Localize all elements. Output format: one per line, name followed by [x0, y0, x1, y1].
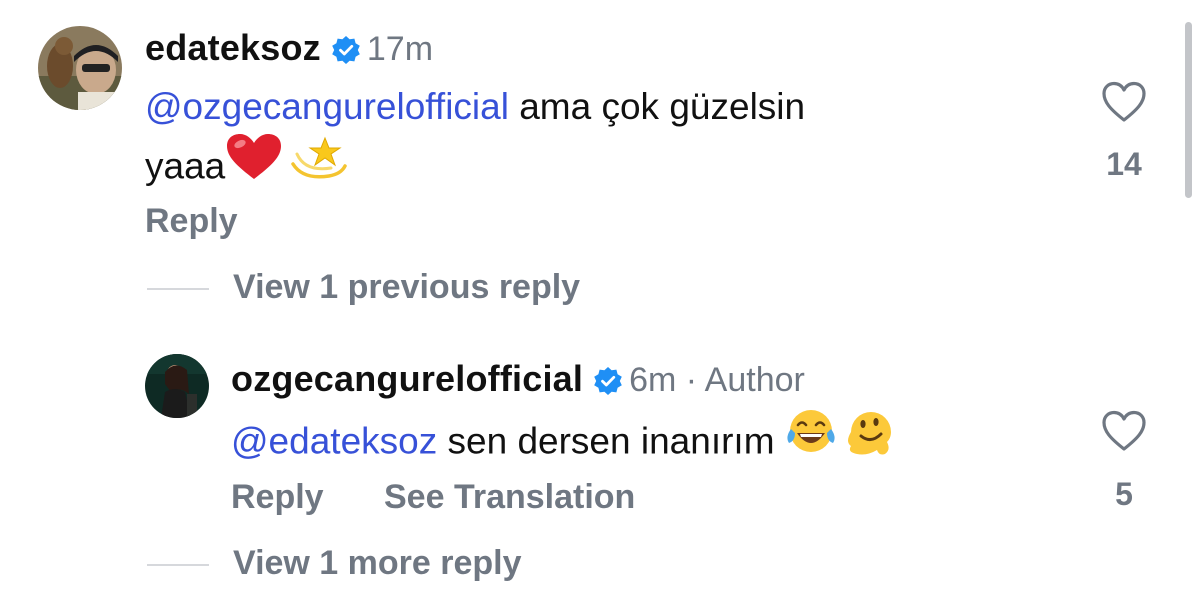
verified-badge-icon — [331, 35, 361, 70]
melting-face-icon — [843, 406, 899, 473]
dizzy-star-icon — [289, 130, 347, 199]
mention-link[interactable]: @edateksoz — [231, 420, 437, 461]
face-with-tears-of-joy-icon — [785, 407, 837, 472]
comment-body: @edateksoz sen dersen inanırım — [231, 410, 1071, 477]
comment-header: edateksoz 17m — [145, 27, 433, 73]
mention-link[interactable]: @ozgecangurelofficial — [145, 86, 509, 127]
view-more-reply-button[interactable]: View 1 more reply — [233, 544, 522, 583]
author-label: Author — [704, 361, 805, 399]
like-count: 5 — [1115, 476, 1133, 512]
comment-text: ama çok güzelsin — [508, 86, 806, 127]
scrollbar[interactable] — [1185, 22, 1192, 198]
comment-edateksoz: edateksoz 17m @ozgecangurelofficial ama … — [0, 0, 1200, 250]
verified-badge-icon — [593, 366, 623, 401]
avatar[interactable] — [145, 354, 209, 418]
comment-header: ozgecangurelofficial 6m · Author — [231, 358, 805, 404]
reply-button[interactable]: Reply — [145, 202, 238, 241]
like-heart-icon[interactable] — [1101, 410, 1147, 457]
thread-divider — [147, 288, 209, 290]
like-count: 14 — [1106, 146, 1142, 182]
comment-text: sen dersen inanırım — [437, 420, 785, 462]
comment-body: @ozgecangurelofficial ama çok güzelsin y… — [145, 80, 1065, 203]
username[interactable]: edateksoz — [145, 27, 321, 68]
thread-divider — [147, 564, 209, 566]
reply-button[interactable]: Reply — [231, 478, 324, 517]
comment-text-continued: yaaa — [145, 145, 226, 187]
username[interactable]: ozgecangurelofficial — [231, 358, 583, 399]
avatar[interactable] — [38, 26, 122, 110]
see-translation-button[interactable]: See Translation — [384, 478, 635, 517]
timestamp: 6m — [629, 361, 677, 399]
view-previous-reply-button[interactable]: View 1 previous reply — [233, 268, 580, 307]
timestamp: 17m — [366, 30, 434, 68]
like-heart-icon[interactable] — [1101, 81, 1147, 128]
comment-ozgecangurelofficial: ozgecangurelofficial 6m · Author @edatek… — [0, 340, 1200, 540]
red-heart-icon — [225, 133, 283, 196]
meta-separator: · — [676, 361, 705, 399]
